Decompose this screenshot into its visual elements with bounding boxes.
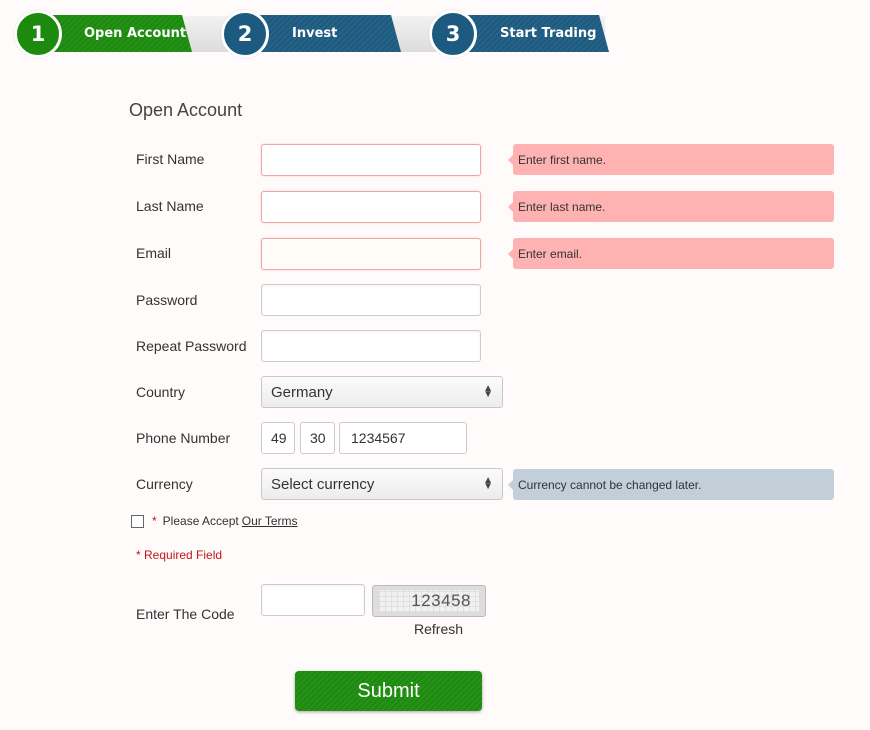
select-arrows-icon: ▲ ▼ <box>483 475 493 492</box>
first-name-input[interactable] <box>261 144 481 176</box>
phone-area-code-value: 30 <box>310 430 326 446</box>
submit-button[interactable]: Submit <box>295 671 482 711</box>
step-2-number: 2 <box>237 22 253 46</box>
step-1-number-badge[interactable]: 1 <box>14 10 62 58</box>
email-label: Email <box>136 245 172 261</box>
progress-stepper: Open Account 1 Invest 2 Start Trading 3 <box>0 0 870 70</box>
currency-hint-tip: Currency cannot be changed later. <box>508 469 834 500</box>
first-name-error-tip: Enter first name. <box>508 144 834 175</box>
phone-country-code-input[interactable]: 49 <box>261 422 295 454</box>
last-name-label: Last Name <box>136 198 204 214</box>
step-3-bar[interactable]: Start Trading <box>464 15 609 52</box>
phone-country-code-value: 49 <box>271 430 287 446</box>
step-3-number: 3 <box>445 22 461 46</box>
country-selected-value: Germany <box>271 383 333 401</box>
step-1-number: 1 <box>30 22 46 46</box>
terms-link[interactable]: Our Terms <box>242 514 298 528</box>
step-2-number-badge[interactable]: 2 <box>221 10 269 58</box>
required-field-note: * Required Field <box>136 548 223 562</box>
phone-number-input[interactable]: 1234567 <box>339 422 467 454</box>
email-input[interactable] <box>261 238 481 270</box>
currency-select[interactable]: Select currency ▲ ▼ <box>261 468 503 500</box>
form-title: Open Account <box>129 100 243 120</box>
captcha-image: 123458 <box>372 585 486 617</box>
step-2-label: Invest <box>292 26 338 41</box>
currency-label: Currency <box>136 476 193 492</box>
country-select[interactable]: Germany ▲ ▼ <box>261 376 503 408</box>
email-error-tip: Enter email. <box>508 238 834 269</box>
phone-area-code-input[interactable]: 30 <box>300 422 335 454</box>
terms-text: Please Accept <box>162 514 239 528</box>
repeat-password-label: Repeat Password <box>136 338 247 354</box>
last-name-input[interactable] <box>261 191 481 223</box>
step-1-bar[interactable]: Open Account <box>50 15 192 52</box>
step-2-bar[interactable]: Invest <box>255 15 401 52</box>
step-1-label: Open Account <box>84 26 187 41</box>
terms-row: * Please Accept Our Terms <box>131 514 298 528</box>
country-label: Country <box>136 384 186 400</box>
first-name-label: First Name <box>136 151 205 167</box>
last-name-error-tip: Enter last name. <box>508 191 834 222</box>
captcha-refresh-link[interactable]: Refresh <box>414 621 463 637</box>
step-3-label: Start Trading <box>500 26 597 41</box>
password-label: Password <box>136 292 198 308</box>
phone-number-value: 1234567 <box>351 430 406 446</box>
password-input[interactable] <box>261 284 481 316</box>
required-marker: * <box>152 514 157 528</box>
currency-selected-value: Select currency <box>271 475 375 493</box>
select-arrows-icon: ▲ ▼ <box>483 383 493 400</box>
phone-number-label: Phone Number <box>136 430 231 446</box>
captcha-label: Enter The Code <box>136 606 235 622</box>
captcha-code: 123458 <box>411 591 471 610</box>
repeat-password-input[interactable] <box>261 330 481 362</box>
terms-checkbox[interactable] <box>131 514 144 528</box>
captcha-input[interactable] <box>261 584 365 616</box>
step-3-number-badge[interactable]: 3 <box>429 10 477 58</box>
